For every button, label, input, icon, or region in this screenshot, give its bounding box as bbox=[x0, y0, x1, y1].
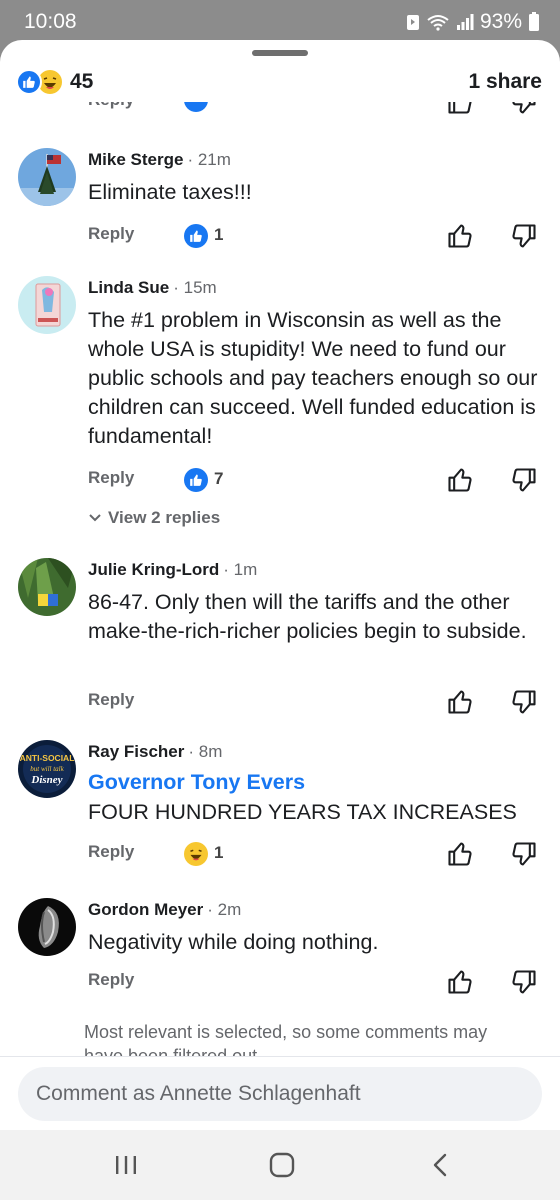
system-nav-bar bbox=[0, 1130, 560, 1200]
thumbs-down-outline-icon[interactable] bbox=[510, 688, 538, 716]
thumbs-up-outline-icon[interactable] bbox=[446, 222, 474, 250]
reaction-count: 1 bbox=[214, 843, 224, 862]
comment-header: Ray Fischer · 8m bbox=[88, 742, 222, 762]
comment-actions: Reply bbox=[0, 688, 560, 718]
comment-author[interactable]: Julie Kring-Lord bbox=[88, 560, 219, 580]
back-icon[interactable] bbox=[420, 1148, 460, 1182]
thumbs-down-outline-icon[interactable] bbox=[510, 840, 538, 868]
comment-time: · 15m bbox=[173, 278, 217, 297]
avatar[interactable] bbox=[18, 148, 76, 206]
haha-reaction-icon[interactable] bbox=[184, 842, 208, 866]
sheet-header: 45 1 share bbox=[0, 62, 560, 102]
comment-composer bbox=[0, 1056, 560, 1130]
view-replies-link[interactable]: View 2 replies bbox=[88, 508, 220, 528]
thumbs-up-outline-icon[interactable] bbox=[446, 102, 474, 116]
comment-text: 86-47. Only then will the tariffs and th… bbox=[88, 590, 527, 643]
comment-header: Linda Sue · 15m bbox=[88, 278, 217, 298]
thumbs-up-outline-icon[interactable] bbox=[446, 968, 474, 996]
comment-text: The #1 problem in Wisconsin as well as t… bbox=[88, 308, 538, 448]
reaction-count: 45 bbox=[70, 70, 94, 93]
thumbs-up-outline-icon[interactable] bbox=[446, 466, 474, 494]
thumbs-down-outline-icon[interactable] bbox=[510, 968, 538, 996]
comment-author[interactable]: Linda Sue bbox=[88, 278, 169, 298]
avatar-text-line: ANTI-SOCIAL bbox=[20, 753, 75, 763]
avatar[interactable] bbox=[18, 276, 76, 334]
thumbs-down-outline-icon[interactable] bbox=[510, 466, 538, 494]
reaction-count: 7 bbox=[214, 469, 224, 488]
comment-text: Negativity while doing nothing. bbox=[88, 930, 379, 954]
avatar[interactable]: ANTI-SOCIAL but will talk Disney bbox=[18, 740, 76, 798]
notification-icon bbox=[406, 13, 420, 31]
comment-time: · 8m bbox=[188, 742, 223, 761]
thumbs-down-outline-icon[interactable] bbox=[510, 222, 538, 250]
comment-text: Eliminate taxes!!! bbox=[88, 180, 252, 204]
battery-percent: 93% bbox=[479, 10, 522, 33]
comment-actions: Reply 7 bbox=[0, 466, 560, 496]
reply-link[interactable]: Reply bbox=[88, 468, 134, 488]
thumbs-up-outline-icon[interactable] bbox=[446, 688, 474, 716]
status-time: 10:08 bbox=[24, 10, 77, 33]
chevron-down-icon bbox=[88, 508, 102, 528]
reaction-count: 1 bbox=[214, 225, 224, 244]
status-icons: 93% bbox=[406, 10, 540, 34]
comment-actions: Reply bbox=[0, 968, 560, 998]
reply-link[interactable]: Reply bbox=[88, 102, 134, 110]
signal-icon bbox=[456, 13, 474, 31]
like-reaction-icon[interactable] bbox=[184, 468, 208, 492]
comment-text: FOUR HUNDRED YEARS TAX INCREASES bbox=[88, 800, 517, 824]
reply-link[interactable]: Reply bbox=[88, 970, 134, 990]
comment-author[interactable]: Mike Sterge bbox=[88, 150, 183, 170]
comment-author[interactable]: Gordon Meyer bbox=[88, 900, 203, 920]
comment-header: Mike Sterge · 21m bbox=[88, 150, 231, 170]
comment-author[interactable]: Ray Fischer bbox=[88, 742, 184, 762]
wifi-icon bbox=[426, 13, 450, 31]
like-reaction-icon bbox=[16, 69, 42, 95]
reply-link[interactable]: Reply bbox=[88, 842, 134, 862]
reaction-summary[interactable]: 45 bbox=[16, 68, 93, 96]
comment-time: · 21m bbox=[187, 150, 231, 169]
reply-link[interactable]: Reply bbox=[88, 224, 134, 244]
thumbs-up-outline-icon[interactable] bbox=[446, 840, 474, 868]
comment-header: Julie Kring-Lord · 1m bbox=[88, 560, 257, 580]
recents-icon[interactable] bbox=[106, 1148, 146, 1182]
sheet-drag-handle[interactable] bbox=[252, 50, 308, 56]
avatar[interactable] bbox=[18, 898, 76, 956]
reply-link[interactable]: Reply bbox=[88, 690, 134, 710]
status-bar: 10:08 93% bbox=[0, 0, 560, 44]
comment-time: · 1m bbox=[223, 560, 258, 579]
home-icon[interactable] bbox=[262, 1148, 302, 1182]
avatar[interactable] bbox=[18, 558, 76, 616]
comment-actions: Reply 1 bbox=[0, 840, 560, 870]
thumbs-down-outline-icon[interactable] bbox=[510, 102, 538, 116]
avatar-text-line: but will talk bbox=[30, 765, 64, 773]
comment-actions: Reply 1 bbox=[0, 222, 560, 252]
comment-header: Gordon Meyer · 2m bbox=[88, 900, 241, 920]
share-count[interactable]: 1 share bbox=[468, 70, 542, 94]
tagged-page-link[interactable]: Governor Tony Evers bbox=[88, 770, 305, 795]
like-reaction-icon[interactable] bbox=[184, 224, 208, 248]
view-replies-label: View 2 replies bbox=[108, 508, 221, 527]
avatar-text-line: Disney bbox=[30, 774, 62, 786]
battery-icon bbox=[528, 12, 540, 32]
clipped-previous-actions: Reply bbox=[0, 102, 560, 116]
comment-input[interactable] bbox=[18, 1067, 542, 1121]
comment-time: · 2m bbox=[207, 900, 242, 919]
comments-sheet: 45 1 share Reply bbox=[0, 40, 560, 1130]
like-reaction-icon bbox=[184, 102, 208, 112]
